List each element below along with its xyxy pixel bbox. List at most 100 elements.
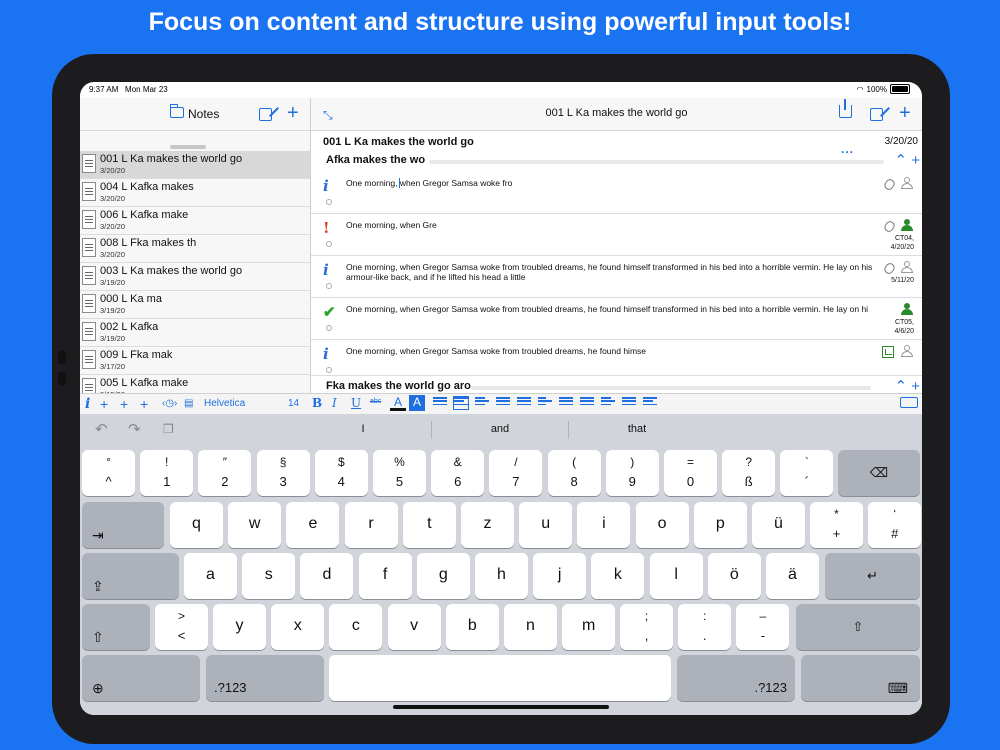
key-ß[interactable]: ? ß	[722, 450, 776, 496]
status-circle-icon[interactable]	[326, 199, 332, 205]
space-bar[interactable]	[329, 655, 671, 701]
note-list-item[interactable]: 000 L Ka ma 3/19/20	[80, 291, 310, 319]
key-i[interactable]: i	[577, 502, 631, 548]
key-u[interactable]: u	[519, 502, 573, 548]
key-q[interactable]: q	[170, 502, 223, 548]
info-icon[interactable]: i	[323, 345, 329, 363]
note-list-item[interactable]: 002 L Kafka 3/19/20	[80, 319, 310, 347]
status-circle-icon[interactable]	[326, 283, 332, 289]
numbers-key-left[interactable]: .?123	[206, 655, 324, 701]
chart-icon[interactable]	[882, 346, 894, 358]
key-p[interactable]: p	[693, 502, 747, 548]
section-header[interactable]: Afka makes the wo ⌃ +	[311, 151, 922, 171]
note-list-item[interactable]: 003 L Ka makes the world go 3/19/20	[80, 263, 310, 291]
paragraph-align-button[interactable]	[559, 397, 573, 409]
key-j[interactable]: j	[533, 553, 587, 599]
key-c[interactable]: c	[329, 604, 383, 650]
key-9[interactable]: ) 9	[605, 450, 659, 496]
keyboard-hide-icon[interactable]	[900, 397, 918, 408]
key-z[interactable]: z	[461, 502, 514, 548]
edit-icon[interactable]	[870, 108, 883, 121]
suggestion-2[interactable]: and	[432, 423, 568, 435]
tab-key[interactable]: ⇥	[82, 502, 164, 548]
status-circle-icon[interactable]	[326, 325, 332, 331]
font-color-button[interactable]: A	[390, 395, 406, 411]
check-icon[interactable]: ✔	[323, 303, 336, 321]
keyboard-dismiss-key[interactable]: ⌨	[801, 655, 920, 701]
key-r[interactable]: r	[344, 502, 398, 548]
return-key[interactable]: ↵	[825, 553, 920, 599]
shift-left-key[interactable]: ⇧	[82, 604, 150, 650]
paragraph-align-button[interactable]	[622, 397, 636, 409]
entry-text[interactable]: One morning, when Gregor Samsa woke from…	[346, 346, 876, 356]
shift-right-key[interactable]: ⇧	[796, 604, 920, 650]
underline-button[interactable]: U	[351, 396, 361, 410]
info-icon[interactable]: i	[323, 261, 329, 279]
delete-key[interactable]: ⌫	[838, 450, 920, 496]
add-sibling-icon[interactable]: +	[100, 396, 108, 412]
key-,[interactable]: ;,	[620, 604, 673, 650]
key-angle[interactable]: > <	[155, 604, 208, 650]
key-0[interactable]: = 0	[664, 450, 717, 496]
assignee-icon[interactable]	[901, 177, 914, 190]
info-style-icon[interactable]: i	[85, 396, 90, 412]
key-k[interactable]: k	[591, 553, 645, 599]
home-indicator[interactable]	[393, 705, 609, 709]
key-h[interactable]: h	[475, 553, 528, 599]
status-circle-icon[interactable]	[326, 241, 332, 247]
key-x[interactable]: x	[271, 604, 325, 650]
entry-text[interactable]: One morning, when Gregor Samsa woke fro	[346, 178, 876, 188]
assignee-icon[interactable]	[901, 261, 914, 274]
entry-text[interactable]: One morning, when Gregor Samsa woke from…	[346, 262, 876, 282]
outline-entry[interactable]: i One morning, when Gregor Samsa woke fr…	[311, 255, 922, 298]
key-1[interactable]: ! 1	[140, 450, 194, 496]
section-collapse-add-icons[interactable]: ⌃ +	[895, 151, 921, 169]
key-m[interactable]: m	[562, 604, 616, 650]
note-list-item[interactable]: 004 L Kafka makes 3/20/20	[80, 179, 310, 207]
key-´[interactable]: ` ´	[780, 450, 834, 496]
key-v[interactable]: v	[387, 604, 441, 650]
key-g[interactable]: g	[416, 553, 470, 599]
alert-icon[interactable]: !	[323, 219, 330, 237]
globe-key[interactable]: ⊕	[82, 655, 200, 701]
reminder-icon[interactable]: ‹◷›	[162, 396, 177, 412]
paragraph-align-button[interactable]	[517, 397, 531, 409]
outline-entry[interactable]: ! One morning, when Gre CT04, 4/20/20	[311, 213, 922, 256]
note-list-item[interactable]: 005 L Kafka make 3/15/20	[80, 375, 310, 393]
italic-button[interactable]: I	[332, 396, 337, 410]
compose-note-icon[interactable]	[259, 108, 272, 121]
key-8[interactable]: (8	[547, 450, 601, 496]
assignee-icon[interactable]	[901, 219, 914, 232]
key-ä[interactable]: ä	[766, 553, 819, 599]
attachment-icon[interactable]	[882, 219, 897, 234]
outline-entry[interactable]: ✔ One morning, when Gregor Samsa woke fr…	[311, 297, 922, 340]
paragraph-align-button[interactable]	[538, 397, 552, 409]
numbers-key-right[interactable]: .?123	[677, 655, 795, 701]
paragraph-align-button[interactable]	[601, 397, 615, 409]
info-icon[interactable]: i	[323, 177, 329, 195]
folder-icon[interactable]	[170, 104, 184, 118]
key-d[interactable]: d	[300, 553, 354, 599]
key-l[interactable]: l	[649, 553, 703, 599]
strikethrough-button[interactable]: abc	[370, 398, 381, 405]
key-o[interactable]: o	[635, 502, 689, 548]
key-3[interactable]: § 3	[256, 450, 310, 496]
suggestion-3[interactable]: that	[569, 423, 705, 435]
paste-icon[interactable]: ❐	[163, 422, 174, 436]
outline-entry[interactable]: i One morning, when Gregor Samsa woke fr…	[311, 171, 922, 214]
key-y[interactable]: y	[213, 604, 266, 650]
add-section-icon[interactable]: +	[140, 396, 148, 412]
paragraph-align-button[interactable]	[453, 396, 469, 410]
entry-text[interactable]: One morning, when Gre	[346, 220, 876, 230]
key-.[interactable]: :.	[678, 604, 732, 650]
key-a[interactable]: a	[184, 553, 237, 599]
outline-entry[interactable]: i One morning, when Gregor Samsa woke fr…	[311, 339, 922, 376]
key-t[interactable]: t	[402, 502, 456, 548]
paragraph-align-button[interactable]	[496, 397, 510, 409]
share-icon[interactable]	[839, 99, 852, 118]
key-f[interactable]: f	[358, 553, 412, 599]
bold-button[interactable]: B	[312, 396, 322, 410]
key-#[interactable]: ‘#	[868, 502, 922, 548]
key-7[interactable]: /7	[489, 450, 543, 496]
key-+[interactable]: * +	[810, 502, 863, 548]
